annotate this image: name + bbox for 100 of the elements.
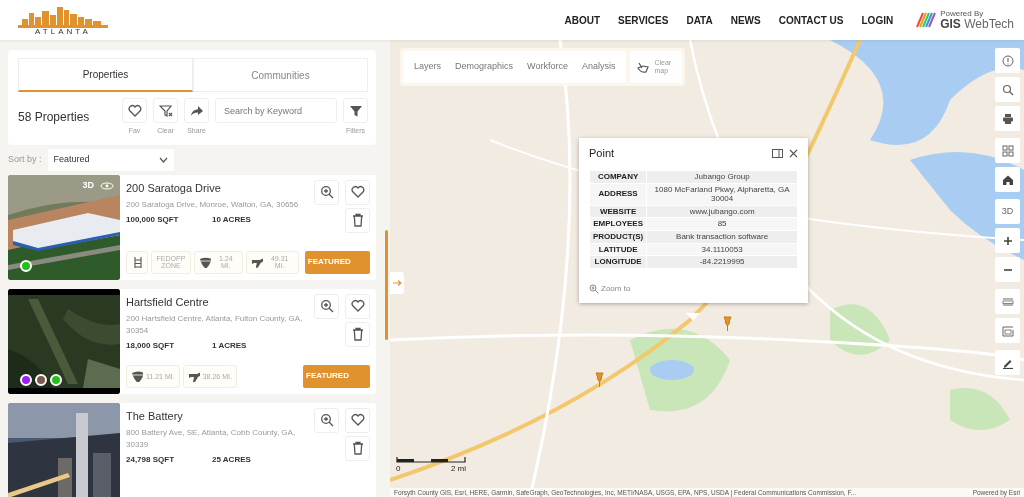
map-tab[interactable]: Workforce — [520, 60, 575, 74]
powered-by-text: Powered By — [940, 10, 985, 18]
nav-link[interactable]: DATA — [686, 12, 713, 28]
zoom-in-icon — [319, 413, 334, 427]
field-label: WEBSITE — [590, 205, 647, 218]
delete-button[interactable] — [345, 321, 370, 347]
map-tab[interactable]: Layers — [407, 60, 448, 74]
zoom-button[interactable] — [314, 407, 339, 433]
skyline-icon — [18, 4, 108, 28]
tab[interactable]: Properties — [18, 58, 193, 92]
sort-dropdown[interactable]: Featured — [47, 148, 174, 171]
field-value: 85 — [647, 218, 797, 230]
print-icon — [1001, 112, 1014, 125]
favorite-button[interactable] — [345, 407, 370, 433]
chevron-down-icon — [158, 156, 168, 163]
map-tool-button[interactable] — [995, 106, 1020, 131]
field-label: COMPANY — [590, 171, 647, 183]
acreage-value: 10 ACRES — [212, 214, 251, 226]
field-label: LONGITUDE — [590, 256, 647, 268]
favorite-button[interactable] — [122, 98, 147, 123]
zoom-in-icon — [589, 283, 599, 294]
property-name[interactable]: The Battery — [126, 407, 308, 424]
sort-label: Sort by : — [8, 152, 42, 166]
double-arrow-icon — [392, 280, 402, 286]
map-tool-button[interactable] — [995, 350, 1020, 375]
field-value: Jubango Group — [647, 171, 797, 183]
zoom-button[interactable] — [314, 293, 339, 319]
map-tool-button[interactable] — [995, 228, 1020, 253]
map-tool-button[interactable]: 3D — [995, 199, 1020, 224]
zoom-button[interactable] — [314, 179, 339, 205]
brand-name: GIS WebTech — [940, 18, 1014, 30]
nav-link[interactable]: CONTACT US — [778, 12, 844, 28]
acreage-value: 1 ACRES — [212, 340, 247, 352]
close-icon — [789, 149, 798, 159]
shield-icon — [199, 256, 211, 268]
heart-icon — [350, 299, 365, 313]
field-value: -84.2219995 — [647, 256, 797, 268]
map-tool-button[interactable] — [995, 167, 1020, 192]
search-icon — [1001, 83, 1014, 96]
ruler-icon — [1001, 295, 1014, 308]
zoom-in-icon — [319, 185, 334, 199]
trash-icon — [350, 441, 365, 455]
favorite-button[interactable] — [345, 179, 370, 205]
share-icon — [189, 103, 204, 118]
search-field[interactable]: Search by Keyword — [215, 98, 337, 123]
nav-link[interactable]: SERVICES — [618, 12, 669, 28]
acreage-value: 25 ACRES — [212, 454, 251, 466]
nav-link[interactable]: NEWS — [730, 12, 761, 28]
view-360-icon[interactable] — [100, 180, 114, 191]
plane-icon — [187, 370, 200, 382]
field-value: www.jubango.com — [647, 205, 797, 218]
zoom-to-link[interactable]: Zoom to — [589, 282, 631, 295]
delete-button[interactable] — [345, 435, 370, 461]
area-measure-icon — [1001, 324, 1014, 337]
info-icon — [1001, 54, 1014, 67]
map-tab[interactable]: Analysis — [574, 60, 623, 74]
heart-icon — [350, 185, 365, 199]
zoom-in-icon — [319, 299, 334, 313]
scale-bar — [396, 457, 466, 463]
field-label: PRODUCT(S) — [590, 230, 647, 243]
area-value: 24,798 SQFT — [126, 454, 176, 466]
logo-text: ATLANTA — [35, 27, 91, 36]
property-address: 800 Battery Ave, SE, Atlanta, Cobb County, GA, 30339 — [126, 427, 297, 451]
filter-icon — [348, 103, 363, 118]
area-value: 100,000 SQFT — [126, 214, 180, 226]
property-name[interactable]: Hartsfield Centre — [126, 293, 308, 310]
broom-icon — [636, 60, 651, 74]
property-name[interactable]: 200 Saratoga Drive — [126, 179, 308, 196]
popup-title: Point — [589, 145, 616, 161]
nav-link[interactable]: LOGIN — [861, 12, 894, 28]
delete-button[interactable] — [345, 207, 370, 233]
map-tab[interactable]: Demographics — [448, 60, 521, 74]
field-label: EMPLOYEES — [590, 218, 647, 230]
trash-icon — [350, 327, 365, 341]
favorite-button[interactable] — [345, 293, 370, 319]
map-tool-button[interactable] — [995, 257, 1020, 282]
scale-label: 2 mi — [450, 463, 466, 475]
filter-clear-icon — [158, 103, 173, 118]
area-value: 18,000 SQFT — [126, 340, 176, 352]
share-button[interactable] — [184, 98, 209, 123]
scale-label: 0 — [396, 463, 401, 475]
shield-icon — [131, 370, 143, 382]
trash-icon — [350, 213, 365, 227]
heart-icon — [350, 413, 365, 427]
filters-button[interactable] — [343, 98, 368, 123]
map-tool-button[interactable] — [995, 77, 1020, 102]
field-label: ADDRESS — [590, 183, 647, 205]
pin-icon — [723, 316, 732, 332]
field-value: 1080 McFarland Pkwy, Alpharetta, GA 30004 — [647, 183, 797, 205]
clear-button[interactable] — [153, 98, 178, 123]
plus-icon — [1001, 234, 1014, 247]
grid-icon — [1001, 144, 1014, 157]
scrollbar-thumb[interactable] — [385, 230, 388, 340]
rail-icon — [131, 256, 143, 268]
tab[interactable]: Communities — [193, 58, 368, 92]
nav-link[interactable]: ABOUT — [564, 12, 600, 28]
field-value: 34.1110053 — [647, 243, 797, 256]
popup-pointer — [686, 313, 700, 321]
dock-icon — [772, 149, 783, 159]
heart-icon — [127, 103, 142, 118]
